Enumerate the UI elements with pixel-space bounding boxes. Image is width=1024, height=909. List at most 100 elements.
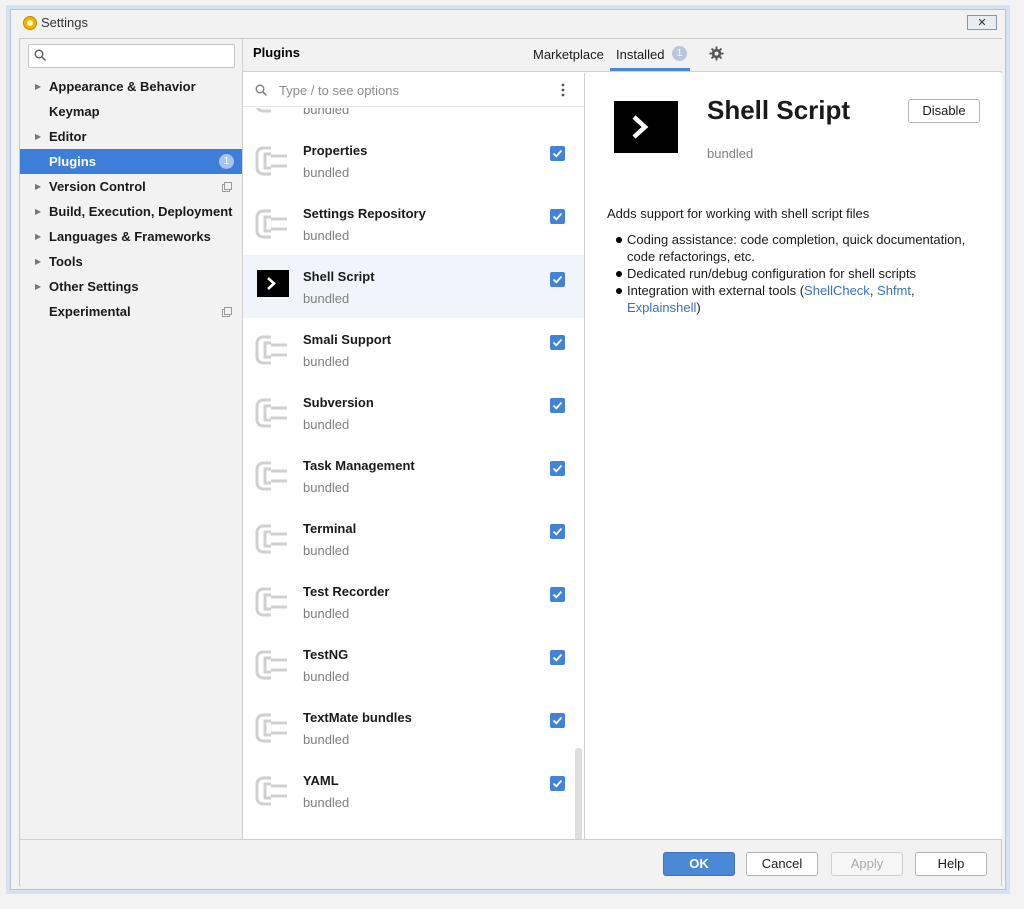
cancel-button[interactable]: Cancel xyxy=(746,852,818,876)
plugin-plug-icon xyxy=(255,209,287,239)
plugin-plug-icon xyxy=(255,461,287,491)
plugin-plug-icon xyxy=(256,108,271,113)
sidebar-item-plugins[interactable]: Plugins 1 xyxy=(20,149,242,174)
plugins-header: Plugins Marketplace Installed 1 xyxy=(243,39,1002,72)
sidebar-item-appearance[interactable]: ▶ Appearance & Behavior xyxy=(20,74,242,99)
plugin-enabled-checkbox[interactable] xyxy=(550,587,565,602)
plugin-plug-icon xyxy=(255,587,287,617)
sidebar-item-build[interactable]: ▶ Build, Execution, Deployment xyxy=(20,199,242,224)
plugin-status: bundled xyxy=(303,732,350,747)
plugin-row[interactable]: TextMate bundles bundled xyxy=(243,696,584,759)
help-button[interactable]: Help xyxy=(915,852,987,876)
plugin-status: bundled xyxy=(303,543,350,558)
feature-item: Coding assistance: code completion, quic… xyxy=(607,231,987,265)
plugin-status: bundled xyxy=(303,669,350,684)
sidebar: ▶ Appearance & Behavior Keymap ▶ Editor … xyxy=(20,39,243,839)
sidebar-item-tools[interactable]: ▶ Tools xyxy=(20,249,242,274)
plugin-row[interactable]: Subversion bundled xyxy=(243,381,584,444)
plugin-enabled-checkbox[interactable] xyxy=(550,776,565,791)
plugin-detail-name: Shell Script xyxy=(707,95,851,125)
plugin-search-input[interactable]: Type / to see options xyxy=(243,73,584,107)
sidebar-item-editor[interactable]: ▶ Editor xyxy=(20,124,242,149)
expand-arrow-icon: ▶ xyxy=(35,182,42,191)
plugin-row[interactable]: YAML bundled xyxy=(243,759,584,822)
plugin-status: bundled xyxy=(303,354,350,369)
plugin-name: Smali Support xyxy=(303,332,392,347)
plugin-name: Terminal xyxy=(303,521,357,536)
plugin-enabled-checkbox[interactable] xyxy=(550,146,565,161)
plugin-list: bundled Properties bundled Settings Repo… xyxy=(243,108,584,839)
plugin-status: bundled xyxy=(303,795,350,810)
plugin-enabled-checkbox[interactable] xyxy=(550,713,565,728)
plugin-row[interactable]: TestNG bundled xyxy=(243,633,584,696)
plugin-status: bundled xyxy=(303,228,350,243)
tab-marketplace[interactable]: Marketplace xyxy=(533,47,604,62)
feature-text: Integration with external tools ( xyxy=(627,283,805,298)
sidebar-item-label: Plugins xyxy=(49,154,96,169)
expand-arrow-icon: ▶ xyxy=(35,207,42,216)
plugin-row[interactable]: Properties bundled xyxy=(243,129,584,192)
apply-button[interactable]: Apply xyxy=(831,852,903,876)
plugin-search-placeholder: Type / to see options xyxy=(279,83,399,98)
active-tab-indicator xyxy=(610,68,690,71)
expand-arrow-icon: ▶ xyxy=(35,282,42,291)
project-scope-icon xyxy=(222,182,232,192)
disable-button[interactable]: Disable xyxy=(908,99,980,123)
plugin-name: TestNG xyxy=(303,647,349,662)
plugin-enabled-checkbox[interactable] xyxy=(550,524,565,539)
sidebar-item-version-control[interactable]: ▶ Version Control xyxy=(20,174,242,199)
plugin-status: bundled xyxy=(303,417,350,432)
title-bar: Settings ✕ xyxy=(11,10,1005,36)
plugin-enabled-checkbox[interactable] xyxy=(550,650,565,665)
sidebar-item-keymap[interactable]: Keymap xyxy=(20,99,242,124)
plugin-plug-icon xyxy=(255,398,287,428)
plugin-row[interactable]: Task Management bundled xyxy=(243,444,584,507)
explainshell-link[interactable]: Explainshell xyxy=(627,300,696,315)
separator: , xyxy=(911,283,915,298)
plugin-enabled-checkbox[interactable] xyxy=(550,398,565,413)
plugin-detail-panel: Shell Script bundled Disable Adds suppor… xyxy=(586,73,1002,839)
search-icon xyxy=(255,84,267,96)
ok-button[interactable]: OK xyxy=(663,852,735,876)
plugin-plug-icon xyxy=(255,713,287,743)
search-icon xyxy=(34,49,46,61)
sidebar-item-other-settings[interactable]: ▶ Other Settings xyxy=(20,274,242,299)
window-title: Settings xyxy=(41,15,88,30)
plugin-row[interactable]: Terminal bundled xyxy=(243,507,584,570)
plugin-plug-icon xyxy=(255,650,287,680)
sidebar-search-input[interactable] xyxy=(28,44,235,68)
feature-item: Integration with external tools (ShellCh… xyxy=(607,282,987,316)
plugin-row[interactable]: Test Recorder bundled xyxy=(243,570,584,633)
plugin-list-panel: Type / to see options bundled Properties… xyxy=(243,73,585,839)
installed-update-badge: 1 xyxy=(672,46,687,61)
sidebar-item-label: Keymap xyxy=(49,104,100,119)
plugin-name: Properties xyxy=(303,143,368,158)
sidebar-item-label: Version Control xyxy=(49,179,146,194)
sidebar-item-languages[interactable]: ▶ Languages & Frameworks xyxy=(20,224,242,249)
plugin-enabled-checkbox[interactable] xyxy=(550,209,565,224)
plugin-row[interactable]: bundled xyxy=(243,108,584,129)
plugin-row[interactable]: Settings Repository bundled xyxy=(243,192,584,255)
plugin-row[interactable]: Smali Support bundled xyxy=(243,318,584,381)
plugin-enabled-checkbox[interactable] xyxy=(550,335,565,350)
sidebar-item-experimental[interactable]: Experimental xyxy=(20,299,242,324)
shfmt-link[interactable]: Shfmt xyxy=(877,283,911,298)
plugin-status: bundled xyxy=(303,165,350,180)
shellcheck-link[interactable]: ShellCheck xyxy=(804,283,870,298)
plugin-enabled-checkbox[interactable] xyxy=(550,461,565,476)
plugin-name: TextMate bundles xyxy=(303,710,412,725)
plugin-name: Settings Repository xyxy=(303,206,426,221)
sidebar-item-label: Tools xyxy=(49,254,83,269)
plugin-plug-icon xyxy=(255,524,287,554)
gear-icon[interactable] xyxy=(709,46,724,61)
plugin-list-scrollbar[interactable] xyxy=(575,748,582,839)
plugin-status: bundled xyxy=(303,108,350,117)
close-button[interactable]: ✕ xyxy=(967,15,997,30)
more-options-icon[interactable] xyxy=(561,82,565,98)
feature-list: Coding assistance: code completion, quic… xyxy=(607,231,987,316)
plugin-row-selected[interactable]: Shell Script bundled xyxy=(243,255,584,318)
plugin-name: Shell Script xyxy=(303,269,375,284)
tab-installed[interactable]: Installed xyxy=(616,47,664,62)
plugin-enabled-checkbox[interactable] xyxy=(550,272,565,287)
terminal-prompt-icon xyxy=(614,101,678,153)
